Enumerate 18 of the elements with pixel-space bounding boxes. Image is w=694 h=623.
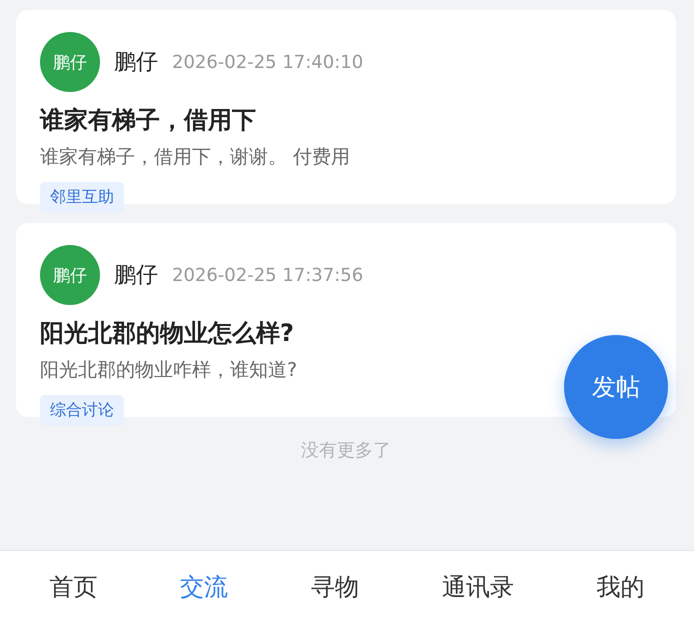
post-body: 谁家有梯子，借用下，谢谢。 付费用 xyxy=(40,145,352,170)
category-tag: 综合讨论 xyxy=(40,395,124,426)
end-of-list-note: 没有更多了 xyxy=(300,439,392,462)
avatar: 鹏仔 xyxy=(40,245,100,305)
post-title: 谁家有梯子，借用下 xyxy=(40,105,257,136)
nav-tab[interactable]: 我的 xyxy=(590,567,651,607)
post-time: 2026-02-25 17:40:10 xyxy=(172,52,364,72)
nav-tab[interactable]: 通讯录 xyxy=(436,567,520,607)
nav-tab[interactable]: 首页 xyxy=(43,567,104,607)
post-title: 阳光北郡的物业怎么样? xyxy=(40,318,295,349)
post-time: 2026-02-25 17:37:56 xyxy=(172,264,364,286)
author-name: 鹏仔 xyxy=(114,262,158,290)
nav-tab[interactable]: 寻物 xyxy=(304,567,365,607)
nav-tab[interactable]: 交流 xyxy=(174,567,234,607)
post-body: 阳光北郡的物业咋样，谁知道? xyxy=(40,358,298,383)
category-tag: 邻里互助 xyxy=(40,182,124,213)
author-name: 鹏仔 xyxy=(114,49,158,77)
avatar: 鹏仔 xyxy=(40,32,100,92)
